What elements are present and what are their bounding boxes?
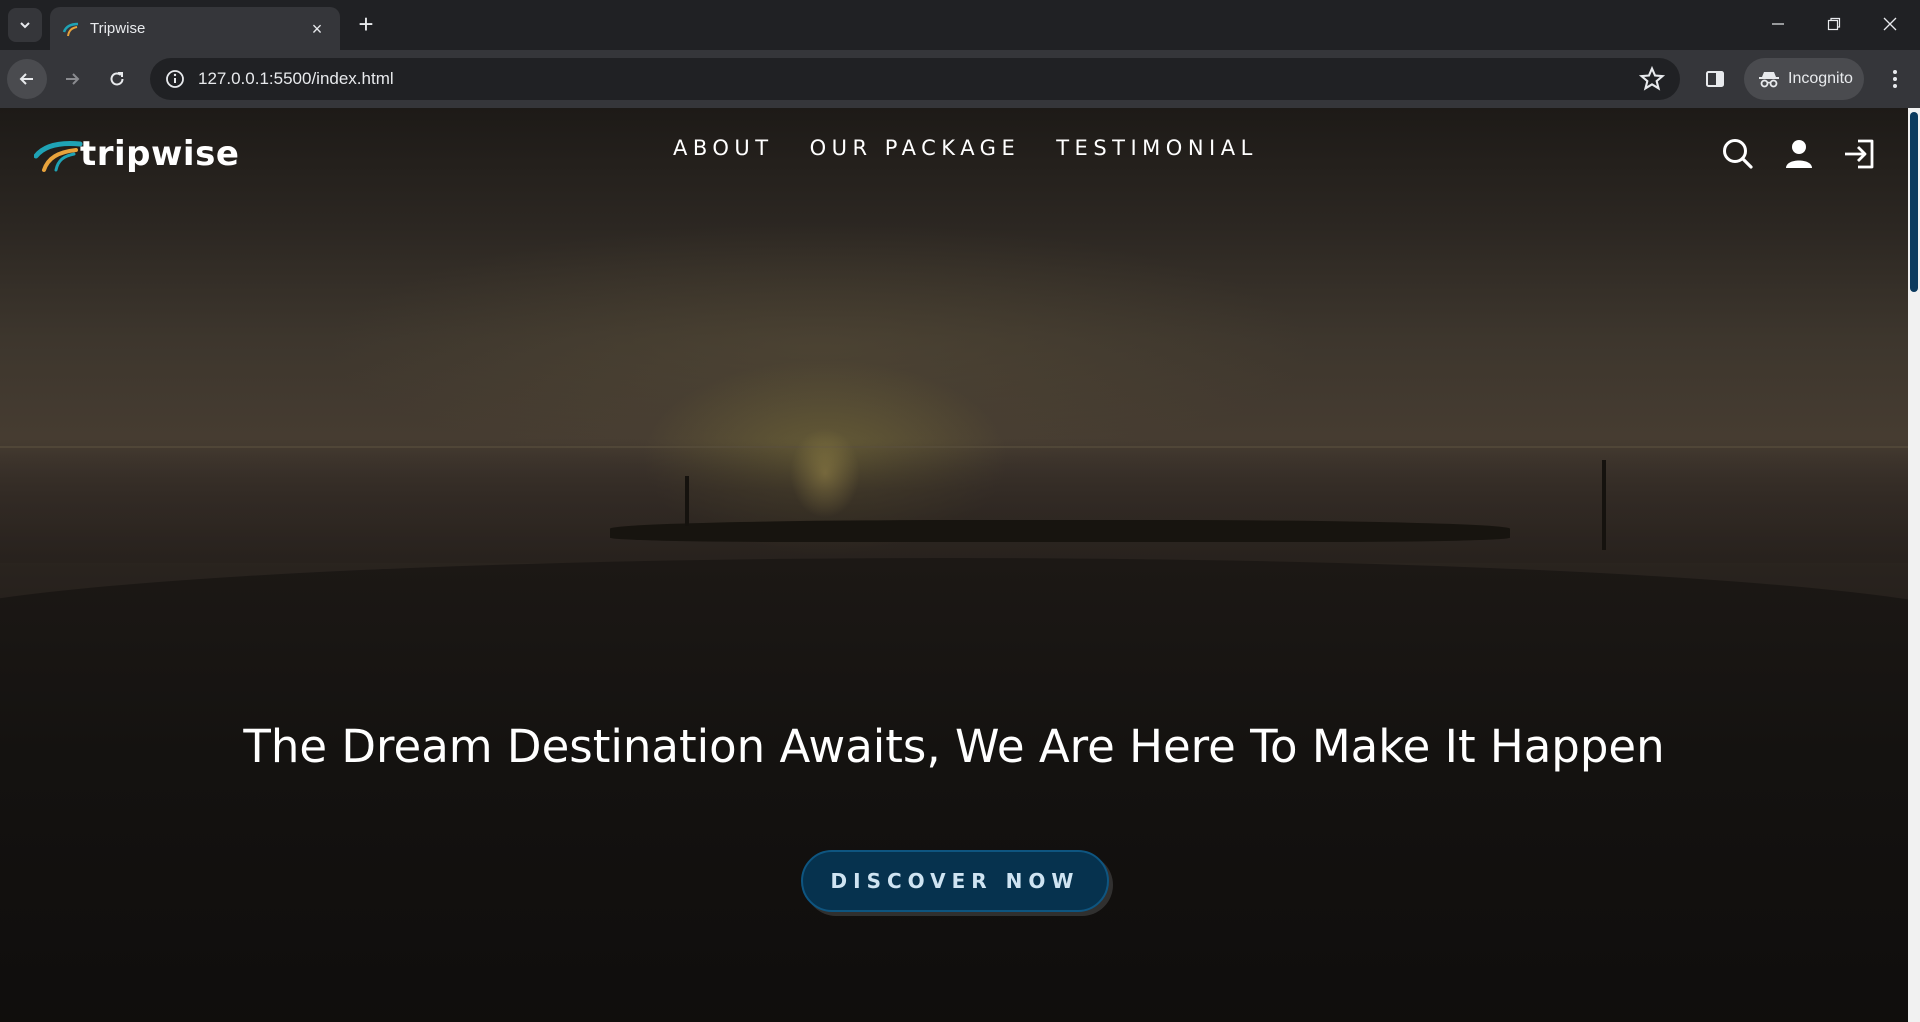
logo-text: tripwise <box>80 134 240 174</box>
hero-post <box>685 476 689 526</box>
page-scrollbar-thumb[interactable] <box>1910 112 1918 292</box>
hero-jetty <box>610 520 1510 542</box>
more-vert-icon <box>1893 70 1897 88</box>
main-nav: ABOUT OUR PACKAGE TESTIMONIAL <box>673 136 1294 160</box>
tab-title: Tripwise <box>90 20 146 37</box>
nav-link-about[interactable]: ABOUT <box>673 136 774 160</box>
minimize-icon <box>1772 23 1784 25</box>
hero-sea <box>0 443 1908 563</box>
browser-toolbar: 127.0.0.1:5500/index.html Incognito <box>0 50 1920 108</box>
search-icon[interactable] <box>1720 136 1756 172</box>
restore-icon <box>1827 17 1841 31</box>
incognito-badge[interactable]: Incognito <box>1744 58 1864 100</box>
hero-beach <box>0 558 1908 1022</box>
address-bar[interactable]: 127.0.0.1:5500/index.html <box>150 58 1680 100</box>
side-panel-icon[interactable] <box>1700 64 1730 94</box>
discover-now-button[interactable]: DISCOVER NOW <box>801 850 1109 912</box>
hero-section: tripwise ABOUT OUR PACKAGE TESTIMONIAL T… <box>0 108 1908 1022</box>
hero-headline: The Dream Destination Awaits, We Are Her… <box>243 720 1665 773</box>
login-icon[interactable] <box>1842 136 1878 172</box>
back-button[interactable] <box>7 59 47 99</box>
browser-menu-button[interactable] <box>1880 64 1910 94</box>
site-logo[interactable]: tripwise <box>34 134 239 174</box>
hero-post <box>1602 460 1606 550</box>
nav-link-testimonial[interactable]: TESTIMONIAL <box>1056 136 1258 160</box>
tab-close-icon[interactable]: × <box>306 18 328 40</box>
hero-sun <box>790 428 860 518</box>
new-tab-button[interactable]: + <box>352 11 380 39</box>
incognito-label: Incognito <box>1788 70 1853 87</box>
tab-search-button[interactable] <box>8 8 42 42</box>
close-window-button[interactable] <box>1862 0 1918 48</box>
info-icon[interactable] <box>164 68 186 90</box>
reload-button[interactable] <box>97 59 137 99</box>
arrow-left-icon <box>19 73 33 85</box>
reload-icon <box>110 72 124 86</box>
logo-mark-icon <box>34 141 83 172</box>
tripwise-favicon <box>62 22 79 36</box>
star-icon[interactable] <box>1638 65 1666 93</box>
arrow-right-icon <box>66 73 80 85</box>
url-text[interactable]: 127.0.0.1:5500/index.html <box>198 69 1638 89</box>
incognito-icon <box>1759 72 1779 88</box>
browser-tab[interactable]: Tripwise × <box>50 7 340 50</box>
chevron-down-icon <box>20 22 30 29</box>
user-icon[interactable] <box>1781 136 1817 172</box>
restore-button[interactable] <box>1806 0 1862 48</box>
browser-tab-bar: Tripwise × + <box>0 0 1920 50</box>
close-icon <box>1883 17 1897 31</box>
hero-horizon <box>0 446 1908 448</box>
nav-link-our-package[interactable]: OUR PACKAGE <box>810 136 1021 160</box>
forward-button[interactable] <box>52 59 92 99</box>
site-header: tripwise ABOUT OUR PACKAGE TESTIMONIAL <box>0 108 1908 198</box>
minimize-button[interactable] <box>1750 0 1806 48</box>
